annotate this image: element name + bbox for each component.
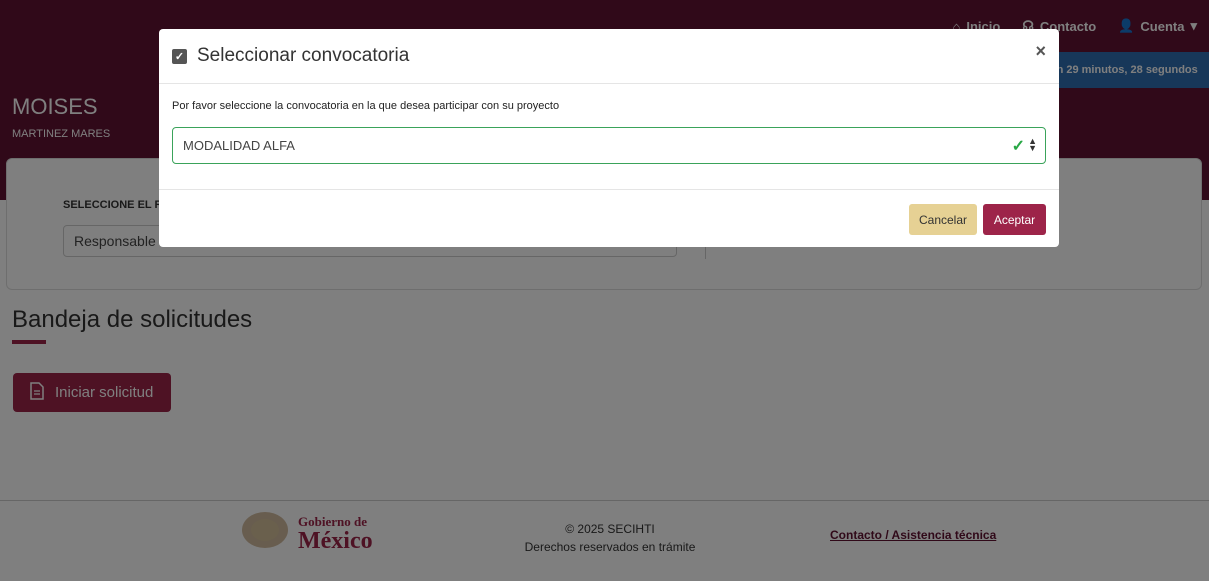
modal-header: ✓ Seleccionar convocatoria ×: [159, 29, 1059, 84]
modal-title: Seleccionar convocatoria: [197, 45, 410, 66]
call-select-value: MODALIDAD ALFA: [183, 138, 295, 153]
call-select[interactable]: MODALIDAD ALFA ✓ ▲ ▼: [172, 127, 1046, 164]
cancel-button[interactable]: Cancelar: [909, 204, 977, 235]
close-button[interactable]: ×: [1035, 42, 1046, 60]
check-valid-icon: ✓: [1011, 138, 1025, 155]
select-call-modal: ✓ Seleccionar convocatoria × Por favor s…: [159, 29, 1059, 247]
checkbox-icon: ✓: [172, 49, 187, 64]
modal-body: Por favor seleccione la convocatoria en …: [159, 84, 1059, 190]
select-arrows-icon: ▲ ▼: [1028, 136, 1037, 153]
modal-instruction: Por favor seleccione la convocatoria en …: [172, 100, 560, 112]
accept-button[interactable]: Aceptar: [983, 204, 1046, 235]
